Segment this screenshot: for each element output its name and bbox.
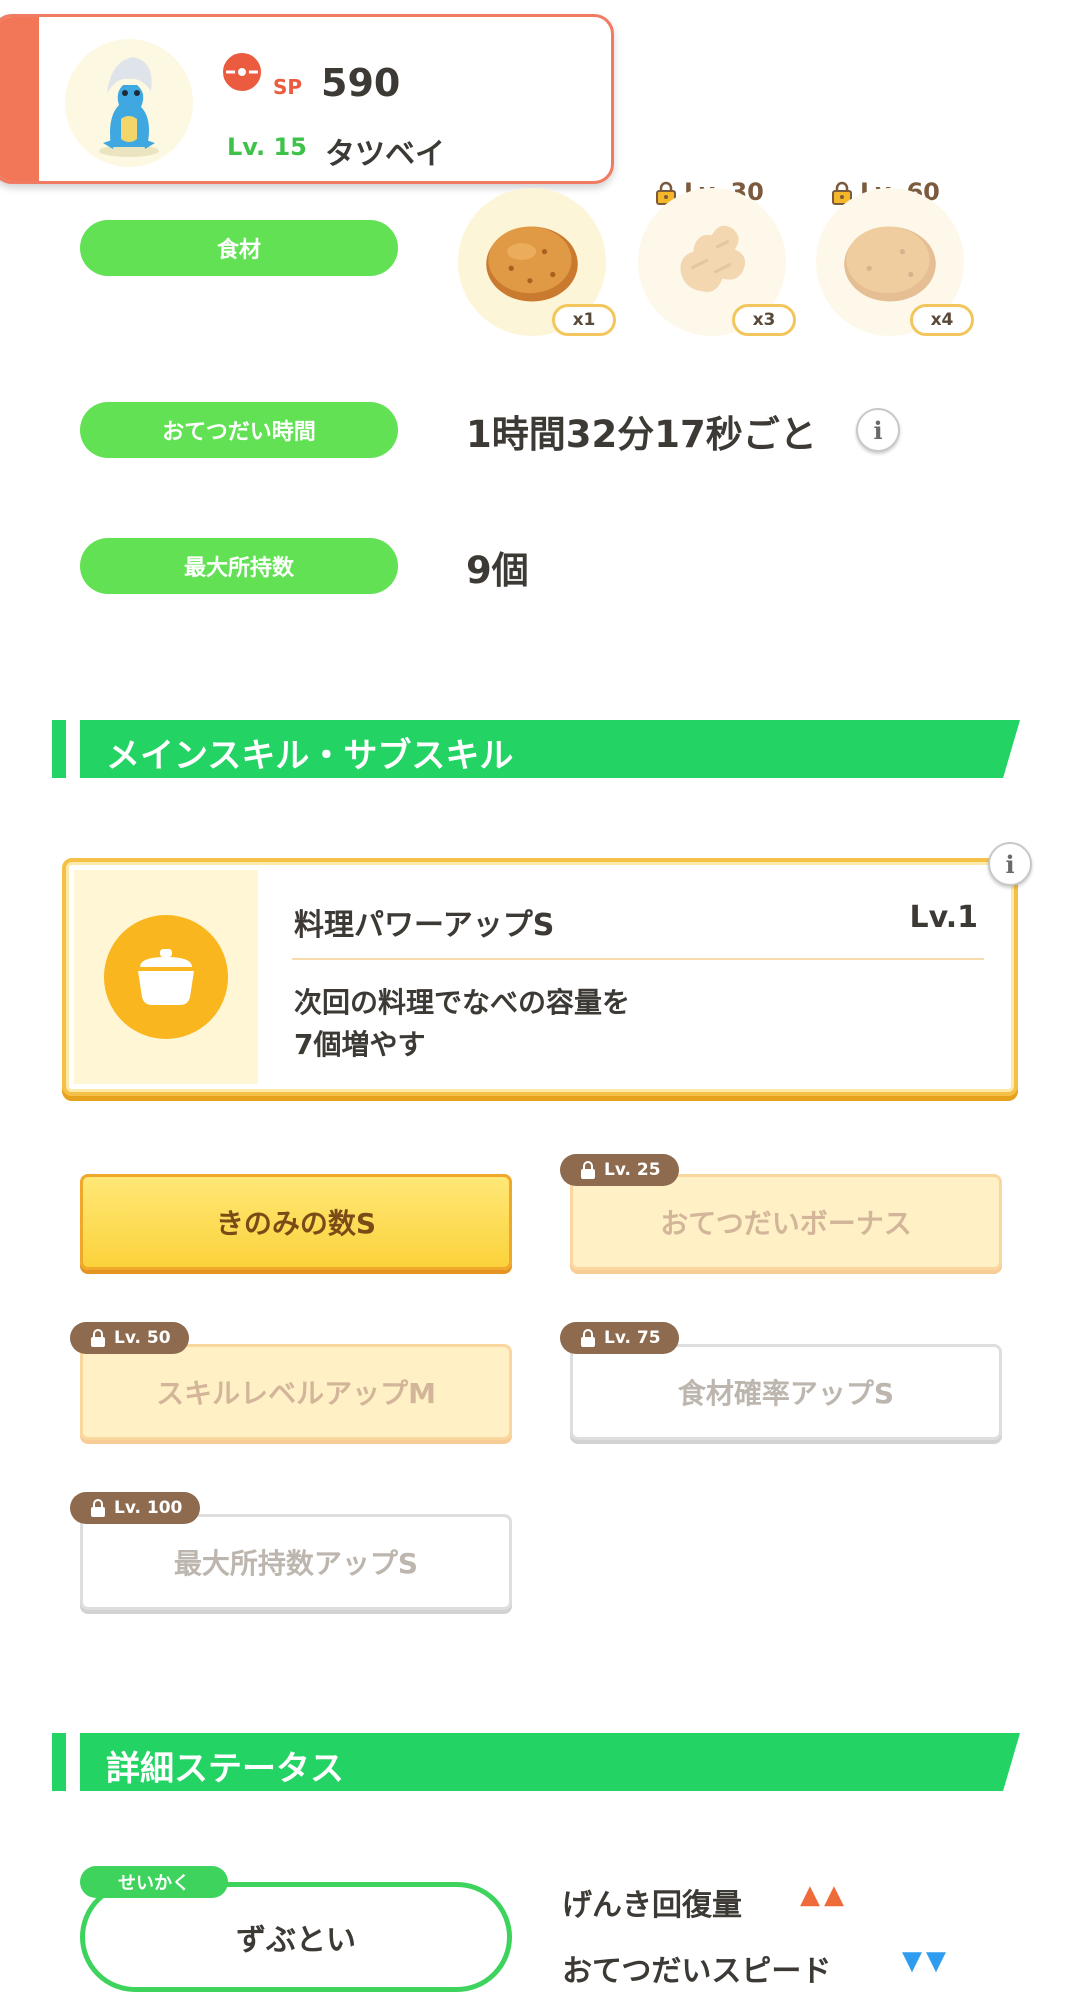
- nature-tag: せいかく: [80, 1866, 228, 1898]
- help-time-label: おてつだい時間: [80, 402, 398, 458]
- bagon-icon: [99, 57, 159, 157]
- sub-skill-2-lock-level: Lv. 25: [604, 1160, 661, 1180]
- detail-section-header: 詳細ステータス: [52, 1733, 1020, 1791]
- sub-skill-3-lock-badge: Lv. 50: [70, 1322, 189, 1354]
- header-accent-stripe: [0, 17, 39, 181]
- sub-skill-1-label: きのみの数S: [215, 1207, 377, 1240]
- max-carry-label: 最大所持数: [80, 538, 398, 594]
- sub-skill-1[interactable]: きのみの数S: [80, 1174, 512, 1270]
- sub-skill-3-lock-level: Lv. 50: [114, 1328, 171, 1348]
- main-skill-icon-panel: [74, 870, 258, 1084]
- nature-box[interactable]: ずぶとい: [80, 1882, 512, 1992]
- main-skill-info-icon[interactable]: i: [988, 842, 1032, 886]
- potato-icon: [486, 226, 578, 302]
- section-header-stub: [52, 1733, 66, 1791]
- sub-skill-4-lock-level: Lv. 75: [604, 1328, 661, 1348]
- ingredients-label: 食材: [80, 220, 398, 276]
- pokemon-avatar: [65, 39, 193, 167]
- main-skill-name: 料理パワーアップS: [294, 908, 555, 943]
- main-skill-icon-circle: [104, 915, 228, 1039]
- pokemon-header-card: SP 590 Lv. 15 タツベイ: [0, 14, 614, 184]
- section-header-stub: [52, 720, 66, 778]
- ingredient-quantity-2: x3: [732, 304, 796, 336]
- main-skill-description-line-1: 次回の料理でなべの容量を: [294, 986, 631, 1019]
- help-time-value: 1時間32分17秒ごと: [466, 413, 817, 456]
- potato-icon: [844, 226, 936, 302]
- sub-skill-5-lock-badge: Lv. 100: [70, 1492, 201, 1524]
- max-carry-value: 9個: [466, 549, 529, 592]
- sub-skill-5-lock-level: Lv. 100: [114, 1498, 183, 1518]
- sub-skill-3[interactable]: スキルレベルアップM: [80, 1344, 512, 1440]
- sp-value: 590: [321, 61, 401, 105]
- ingredient-quantity-3: x4: [910, 304, 974, 336]
- stat-up-arrows-icon: ▲▲: [800, 1880, 848, 1910]
- stat-down-arrows-icon: ▼▼: [902, 1946, 950, 1976]
- skills-section-title: メインスキル・サブスキル: [106, 736, 514, 776]
- main-skill-level: Lv.1: [909, 900, 979, 935]
- lock-icon: [91, 1499, 105, 1517]
- sub-skill-4-lock-badge: Lv. 75: [560, 1322, 679, 1354]
- sub-skill-2-label: おてつだいボーナス: [660, 1207, 912, 1240]
- main-skill-description: 次回の料理でなべの容量を 7個増やす: [294, 982, 814, 1066]
- help-time-info-icon[interactable]: i: [856, 408, 900, 452]
- main-skill-card[interactable]: 料理パワーアップS Lv.1 次回の料理でなべの容量を 7個増やす: [62, 858, 1018, 1096]
- ginger-icon: [680, 225, 746, 292]
- sub-skill-3-label: スキルレベルアップM: [156, 1377, 436, 1410]
- main-skill-divider: [292, 958, 984, 960]
- detail-section-title: 詳細ステータス: [106, 1749, 344, 1789]
- cooking-pot-icon: [138, 949, 194, 1005]
- lock-icon: [581, 1161, 595, 1179]
- nature-value: ずぶとい: [236, 1923, 356, 1958]
- lock-icon: [91, 1329, 105, 1347]
- sub-skill-2[interactable]: おてつだいボーナス: [570, 1174, 1002, 1270]
- sub-skill-4[interactable]: 食材確率アップS: [570, 1344, 1002, 1440]
- lock-icon: [581, 1329, 595, 1347]
- pokemon-name: タツベイ: [325, 137, 445, 172]
- skills-section-header: メインスキル・サブスキル: [52, 720, 1020, 778]
- sp-label: SP: [273, 75, 303, 99]
- stat-help-speed-label: おてつだいスピード: [562, 1954, 832, 1989]
- main-skill-description-line-2: 7個増やす: [294, 1028, 426, 1061]
- pokeball-icon: [223, 53, 261, 91]
- sub-skill-5[interactable]: 最大所持数アップS: [80, 1514, 512, 1610]
- stat-energy-recovery-label: げんき回復量: [562, 1888, 742, 1923]
- pokemon-level: Lv. 15: [227, 133, 307, 161]
- sub-skill-5-label: 最大所持数アップS: [173, 1547, 419, 1580]
- ingredient-quantity-1: x1: [552, 304, 616, 336]
- sub-skill-4-label: 食材確率アップS: [677, 1377, 895, 1410]
- sub-skill-2-lock-badge: Lv. 25: [560, 1154, 679, 1186]
